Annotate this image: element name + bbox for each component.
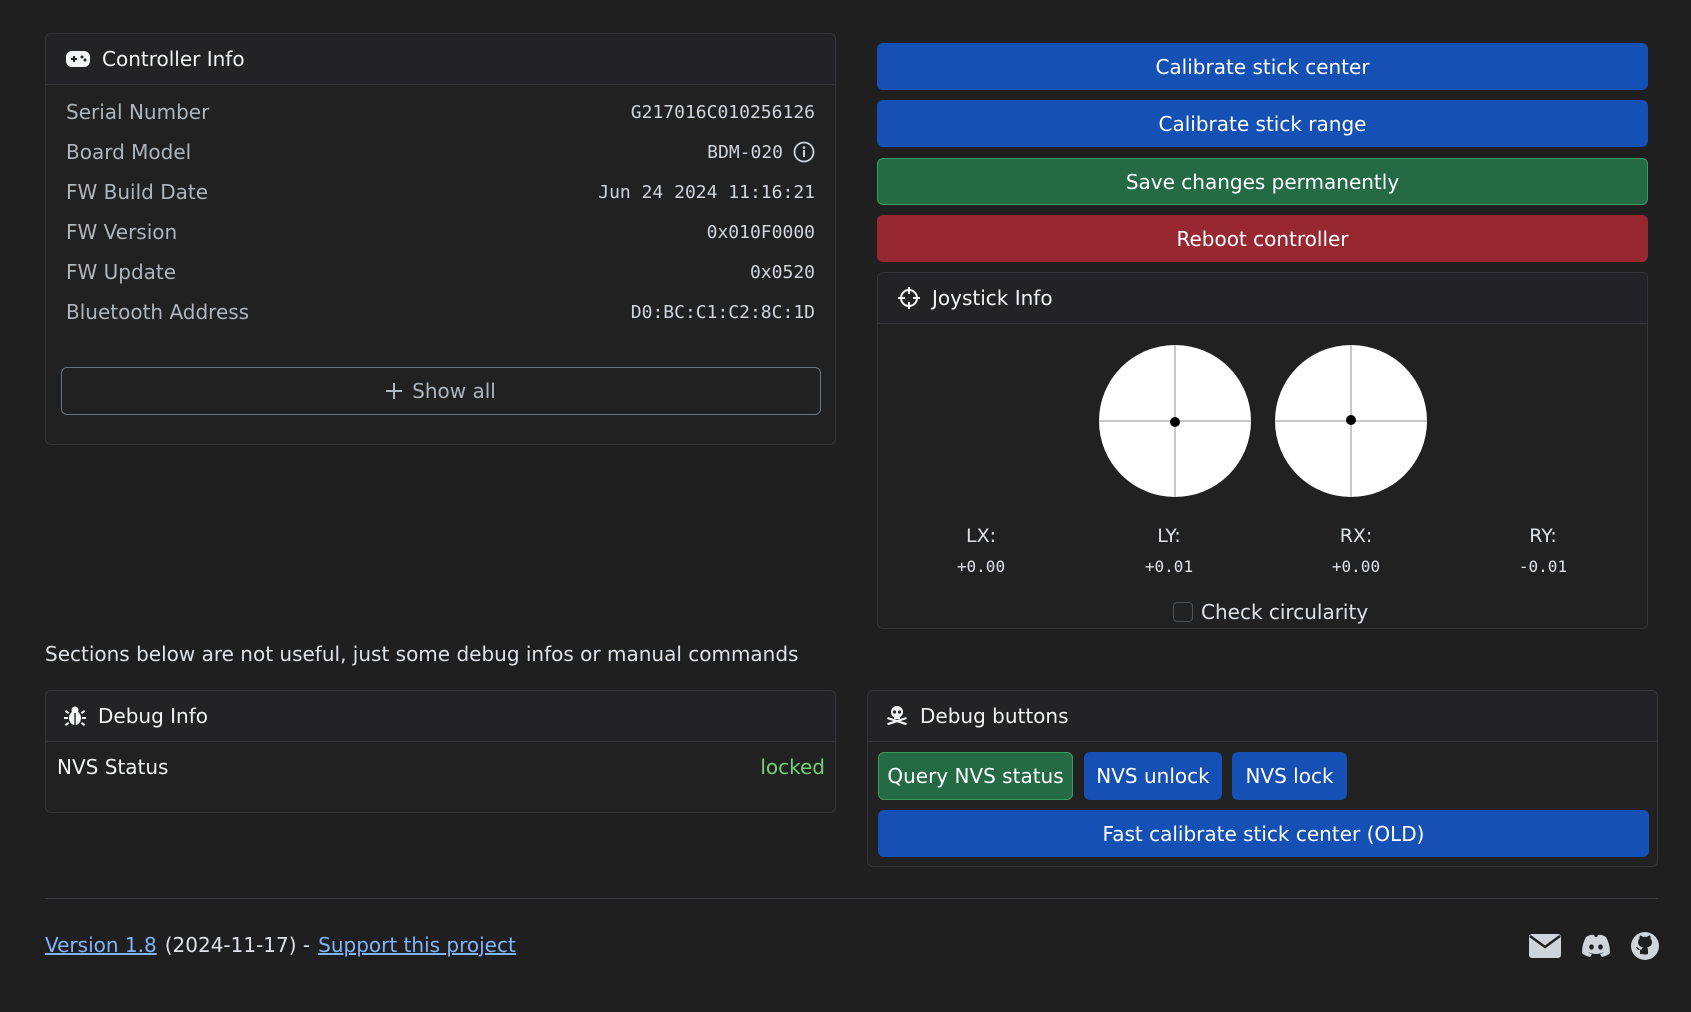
debug-buttons-title: Debug buttons <box>920 704 1069 728</box>
check-circularity-control[interactable]: Check circularity <box>1173 600 1368 624</box>
debug-info-card: Debug Info NVS Status locked <box>45 690 836 813</box>
info-value: D0:BC:C1:C2:8C:1D <box>630 301 815 323</box>
info-label: Bluetooth Address <box>66 300 250 324</box>
axis-label: LY: <box>1157 525 1181 547</box>
axis-value: +0.01 <box>1144 557 1194 576</box>
info-row-serial: Serial Number G217016C010256126 <box>66 92 815 132</box>
joystick-info-card: Joystick Info LX: +0.00 LY: +0.01 RX: +0… <box>877 272 1648 629</box>
save-changes-button[interactable]: Save changes permanently <box>877 158 1648 205</box>
support-project-link[interactable]: Support this project <box>318 933 516 957</box>
info-row-board-model: Board Model BDM-020 <box>66 132 815 172</box>
axis-rx: RX: +0.00 <box>1296 525 1416 576</box>
gamepad-icon <box>66 50 90 68</box>
github-icon[interactable] <box>1631 932 1659 965</box>
info-label: Serial Number <box>66 100 210 124</box>
info-label: FW Build Date <box>66 180 209 204</box>
calibrate-range-button[interactable]: Calibrate stick range <box>877 100 1648 147</box>
controller-info-header: Controller Info <box>46 34 835 85</box>
axis-label: RY: <box>1529 525 1557 547</box>
release-date-text: (2024-11-17) - <box>164 933 311 957</box>
footer-text: Version 1.8 (2024-11-17) - Support this … <box>45 933 516 957</box>
info-label: Board Model <box>66 140 192 164</box>
debug-info-title: Debug Info <box>98 704 208 728</box>
info-value: 0x010F0000 <box>706 221 815 243</box>
info-value: G217016C010256126 <box>630 101 815 123</box>
info-value: Jun 24 2024 11:16:21 <box>598 181 815 203</box>
info-row-fw-update: FW Update 0x0520 <box>66 252 815 292</box>
show-all-button[interactable]: Show all <box>61 367 821 415</box>
crosshair-icon <box>898 287 920 309</box>
check-circularity-checkbox[interactable] <box>1173 602 1193 622</box>
controller-info-title: Controller Info <box>102 47 245 71</box>
left-stick-canvas <box>1099 345 1251 497</box>
info-circle-icon[interactable] <box>793 141 815 163</box>
plus-icon <box>386 383 403 399</box>
info-value: 0x0520 <box>749 261 815 283</box>
show-all-label: Show all <box>412 379 496 403</box>
axis-value: -0.01 <box>1518 557 1568 576</box>
version-link[interactable]: Version 1.8 <box>45 933 157 957</box>
nvs-status-label: NVS Status <box>57 755 169 779</box>
reboot-controller-button[interactable]: Reboot controller <box>877 215 1648 262</box>
info-label: FW Version <box>66 220 178 244</box>
axis-ly: LY: +0.01 <box>1109 525 1229 576</box>
controller-info-card: Controller Info Serial Number G217016C01… <box>45 33 836 445</box>
info-value: BDM-020 <box>707 141 783 163</box>
right-stick-position-dot <box>1346 415 1356 425</box>
joystick-info-title: Joystick Info <box>932 286 1053 310</box>
info-row-bluetooth-address: Bluetooth Address D0:BC:C1:C2:8C:1D <box>66 292 815 332</box>
nvs-status-value: locked <box>760 755 825 779</box>
axis-label: LX: <box>965 525 996 547</box>
axis-value: +0.00 <box>956 557 1006 576</box>
info-row-fw-version: FW Version 0x010F0000 <box>66 212 815 252</box>
footer-divider <box>45 898 1658 899</box>
right-stick-canvas <box>1275 345 1427 497</box>
debug-info-header: Debug Info <box>46 691 835 742</box>
debug-buttons-header: Debug buttons <box>868 691 1657 742</box>
nvs-unlock-button[interactable]: NVS unlock <box>1084 752 1222 800</box>
axis-ry: RY: -0.01 <box>1483 525 1603 576</box>
axis-value: +0.00 <box>1331 557 1381 576</box>
joystick-info-header: Joystick Info <box>878 273 1647 324</box>
fast-calibrate-center-button[interactable]: Fast calibrate stick center (OLD) <box>878 810 1649 857</box>
axis-label: RX: <box>1339 525 1373 547</box>
info-row-fw-build-date: FW Build Date Jun 24 2024 11:16:21 <box>66 172 815 212</box>
info-label: FW Update <box>66 260 177 284</box>
bug-icon <box>64 705 86 727</box>
discord-icon[interactable] <box>1581 934 1611 963</box>
envelope-icon[interactable] <box>1529 934 1561 963</box>
debug-buttons-card: Debug buttons Query NVS status NVS unloc… <box>867 690 1658 867</box>
query-nvs-status-button[interactable]: Query NVS status <box>878 752 1073 800</box>
nvs-lock-button[interactable]: NVS lock <box>1232 752 1347 800</box>
skull-crossbones-icon <box>886 705 908 727</box>
footer-icons <box>1529 932 1659 965</box>
calibrate-center-button[interactable]: Calibrate stick center <box>877 43 1648 90</box>
axis-lx: LX: +0.00 <box>921 525 1041 576</box>
nvs-status-row: NVS Status locked <box>57 747 825 787</box>
info-value-wrap: BDM-020 <box>707 141 815 163</box>
debug-note-text: Sections below are not useful, just some… <box>45 642 799 666</box>
left-stick-position-dot <box>1170 417 1180 427</box>
check-circularity-label: Check circularity <box>1201 600 1369 624</box>
